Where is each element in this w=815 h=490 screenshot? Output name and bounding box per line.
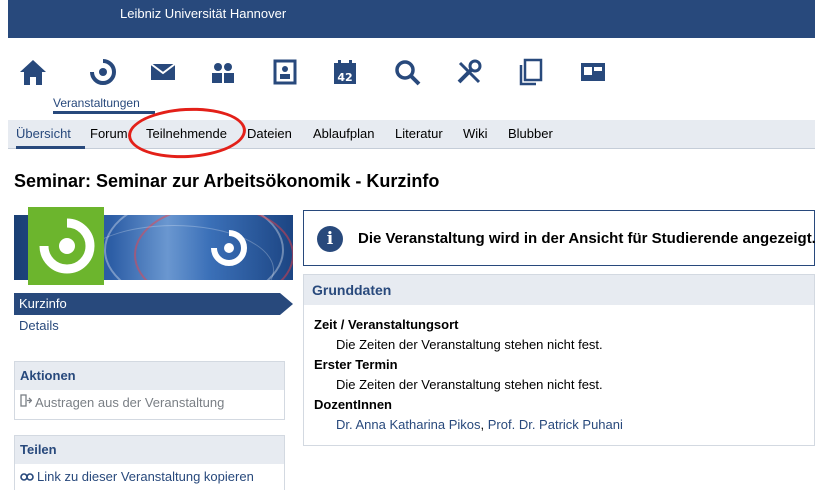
actions-title: Aktionen <box>15 362 284 390</box>
link-icon <box>20 464 34 489</box>
info-message: Die Veranstaltung wird in der Ansicht fü… <box>358 230 815 247</box>
planner-icon[interactable] <box>578 57 608 87</box>
copy-link-label: Link zu dieser Veranstaltung kopieren <box>37 469 254 484</box>
tab-ablaufplan[interactable]: Ablaufplan <box>313 126 374 141</box>
main-navigation: 42 Veranstaltungen <box>8 38 815 120</box>
tools-icon[interactable] <box>454 57 484 87</box>
lecturer-separator: , <box>480 417 488 432</box>
leave-course-label: Austragen aus der Veranstaltung <box>35 395 225 410</box>
sidebar-navigation: Kurzinfo Details <box>14 293 293 337</box>
sidebar-item-details[interactable]: Details <box>14 315 293 337</box>
info-message-box: i Die Veranstaltung wird in der Ansicht … <box>303 210 815 266</box>
lecturer-link[interactable]: Dr. Anna Katharina Pikos <box>336 417 481 432</box>
sidebar-item-kurzinfo[interactable]: Kurzinfo <box>14 293 293 315</box>
grunddaten-panel: Grunddaten Zeit / Veranstaltungsort Die … <box>303 274 815 446</box>
calendar-day: 42 <box>337 71 352 84</box>
lecturers-label: DozentInnen <box>314 397 392 412</box>
leave-course-action[interactable]: Austragen aus der Veranstaltung <box>15 390 284 415</box>
profile-icon[interactable] <box>270 57 300 87</box>
time-value: Die Zeiten der Veranstaltung stehen nich… <box>336 337 603 352</box>
first-date-value: Die Zeiten der Veranstaltung stehen nich… <box>336 377 603 392</box>
lecturer-link[interactable]: Prof. Dr. Patrick Puhani <box>488 417 623 432</box>
studip-small-logo <box>210 229 248 267</box>
mail-icon[interactable] <box>148 57 178 87</box>
first-date-label: Erster Termin <box>314 357 398 372</box>
documents-icon[interactable] <box>516 57 546 87</box>
lecturers-list: Dr. Anna Katharina Pikos, Prof. Dr. Patr… <box>314 415 814 435</box>
studip-logo <box>28 207 104 285</box>
course-tabs: Übersicht Forum Teilnehmende Dateien Abl… <box>8 120 815 149</box>
tab-blubber[interactable]: Blubber <box>508 126 553 141</box>
home-icon[interactable] <box>18 57 48 87</box>
share-title: Teilen <box>15 436 284 464</box>
page-title: Seminar: Seminar zur Arbeitsökonomik - K… <box>14 171 440 191</box>
grunddaten-title: Grunddaten <box>304 275 814 305</box>
tab-uebersicht[interactable]: Übersicht <box>16 126 71 141</box>
info-icon: i <box>317 226 343 252</box>
community-icon[interactable] <box>208 57 238 87</box>
share-widget: Teilen Link zu dieser Veranstaltung kopi… <box>14 435 285 490</box>
calendar-icon[interactable]: 42 <box>330 57 360 87</box>
university-name: Leibniz Universität Hannover <box>120 6 287 21</box>
tab-wiki[interactable]: Wiki <box>463 126 488 141</box>
tab-forum[interactable]: Forum <box>90 126 128 141</box>
tab-literatur[interactable]: Literatur <box>395 126 443 141</box>
leave-icon <box>20 390 33 415</box>
course-avatar <box>14 207 293 285</box>
active-tab-underline <box>16 146 85 149</box>
tab-dateien[interactable]: Dateien <box>247 126 292 141</box>
courses-icon[interactable] <box>88 57 118 87</box>
copy-link-action[interactable]: Link zu dieser Veranstaltung kopieren <box>15 464 284 489</box>
active-nav-underline <box>53 111 155 114</box>
top-bar: Leibniz Universität Hannover <box>8 0 815 38</box>
tab-teilnehmende[interactable]: Teilnehmende <box>146 126 227 141</box>
time-label: Zeit / Veranstaltungsort <box>314 317 459 332</box>
search-icon[interactable] <box>392 57 422 87</box>
courses-caption: Veranstaltungen <box>53 96 140 110</box>
actions-widget: Aktionen Austragen aus der Veranstaltung <box>14 361 285 420</box>
